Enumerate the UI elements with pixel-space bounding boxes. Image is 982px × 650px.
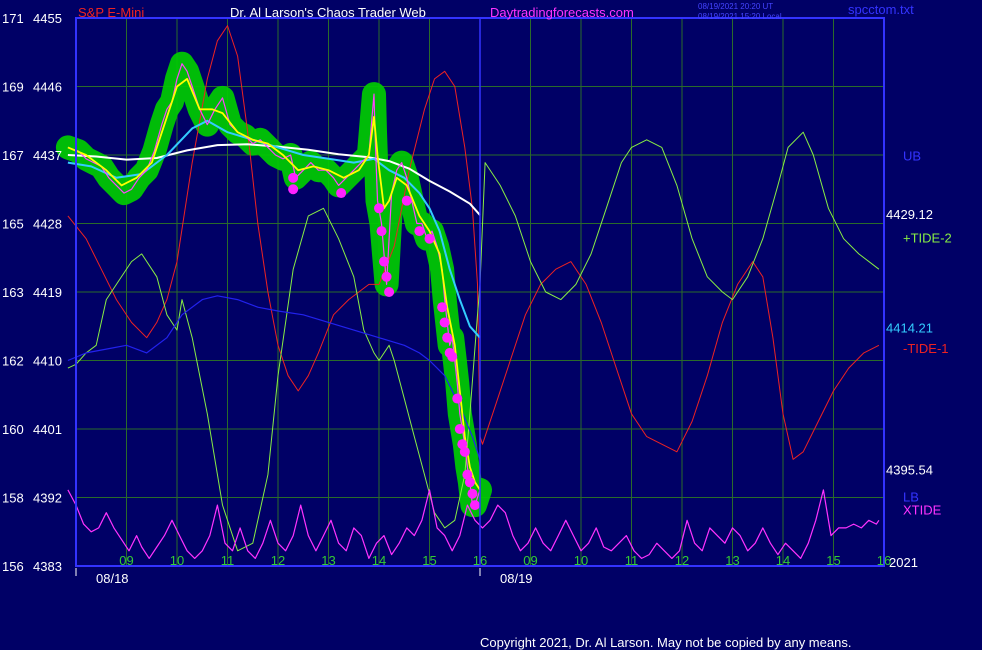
right-label: -TIDE-1 — [903, 341, 949, 356]
x-tick-label: 09 — [523, 553, 537, 568]
price-dot — [401, 195, 412, 206]
x-axis-labels: 09 10 11 12 13 14 15 16 09 10 11 12 13 14 15 1608/18 08/… — [75, 553, 891, 586]
right-label: XTIDE — [903, 502, 942, 517]
price-dot — [447, 351, 458, 362]
x-tick-label: 16 — [473, 553, 487, 568]
price-halo-band — [55, 51, 492, 518]
y-tick-right: 4383 — [33, 559, 62, 574]
y-tick-right: 4446 — [33, 80, 62, 95]
copyright: Copyright 2021, Dr. Al Larson. May not b… — [480, 635, 851, 650]
right-label: 4429.12 — [886, 207, 933, 222]
price-dot — [442, 332, 453, 343]
y-tick-right: 4419 — [33, 285, 62, 300]
y-tick-left: 163 — [2, 285, 24, 300]
price-dot — [288, 172, 299, 183]
x-tick-label: 15 — [422, 553, 436, 568]
price-dot — [437, 302, 448, 313]
y-tick-left: 158 — [2, 491, 24, 506]
price-dot — [454, 424, 465, 434]
y-tick-right: 4428 — [33, 217, 62, 232]
y-tick-right: 4437 — [33, 148, 62, 163]
price-dot — [336, 188, 347, 199]
x-tick-label: 12 — [675, 553, 689, 568]
y-tick-left: 169 — [2, 80, 24, 95]
x-tick-label: 13 — [725, 553, 739, 568]
symbol-title: S&P E-Mini — [78, 5, 144, 20]
price-dot — [376, 226, 387, 237]
price-dot — [439, 317, 450, 328]
y-tick-left: 156 — [2, 559, 24, 574]
price-dot — [288, 184, 299, 195]
x-tick-label: 11 — [625, 553, 639, 568]
site-title: Dr. Al Larson's Chaos Trader Web — [230, 5, 426, 20]
x-tick-label: 10 — [170, 553, 184, 568]
chart-canvas: 171 4455 169 4446 167 4437 165 4428 163 4419 162 44… — [2, 2, 952, 650]
right-labels: UB4429.12+TIDE-24414.21-TIDE-14395.54LBX… — [886, 149, 952, 518]
right-label: UB — [903, 149, 921, 164]
price-dot — [424, 233, 435, 244]
y-axis-labels: 171 4455 169 4446 167 4437 165 4428 163 4419 162 44… — [2, 11, 62, 574]
price-dot — [379, 256, 390, 267]
x-tick-label: 09 — [119, 553, 133, 568]
x-tick-label: 11 — [221, 553, 235, 568]
x-tick-label: 10 — [574, 553, 588, 568]
price-dot — [452, 393, 463, 404]
price-dot — [459, 446, 470, 457]
y-tick-right: 4410 — [33, 354, 62, 369]
series-line-price — [67, 63, 481, 506]
site-url[interactable]: Daytradingforecasts.com — [490, 5, 634, 20]
price-dot — [414, 226, 425, 237]
right-label: 4414.21 — [886, 320, 933, 335]
price-dot — [469, 500, 480, 511]
local-timestamp: 08/19/2021 15:20 Local — [698, 12, 782, 21]
data-file-name: spcctom.txt — [848, 2, 914, 17]
right-label: +TIDE-2 — [903, 231, 952, 246]
y-tick-left: 165 — [2, 217, 24, 232]
price-dot — [384, 287, 395, 297]
price-dot — [467, 488, 478, 499]
price-halo — [55, 51, 492, 518]
price-dot — [374, 203, 384, 214]
x-tick-label: 14 — [776, 553, 790, 568]
x-tick-label: 12 — [271, 553, 285, 568]
ut-timestamp: 08/19/2021 20:20 UT — [698, 2, 773, 11]
right-label: 4395.54 — [886, 463, 933, 478]
price-dot — [464, 477, 475, 488]
x-tick-label: 15 — [826, 553, 840, 568]
price-dot — [381, 271, 392, 282]
y-tick-left: 160 — [2, 422, 24, 437]
y-tick-left: 162 — [2, 354, 24, 369]
y-tick-right: 4401 — [33, 422, 62, 437]
x-tick-label: 14 — [372, 553, 386, 568]
y-tick-left: 167 — [2, 148, 24, 163]
date-label: 08/18 — [96, 571, 129, 586]
year-label: 2021 — [889, 555, 918, 570]
y-tick-right: 4392 — [33, 491, 62, 506]
x-tick-label: 13 — [321, 553, 335, 568]
y-tick-right: 4455 — [33, 11, 62, 26]
date-label: 08/19 — [500, 571, 533, 586]
y-tick-left: 171 — [2, 11, 24, 26]
